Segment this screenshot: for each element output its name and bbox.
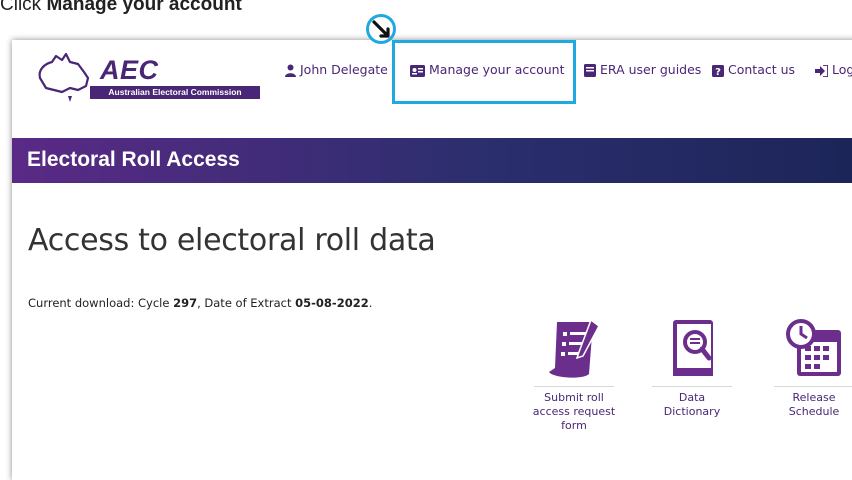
cycle-number: 297 (173, 296, 198, 310)
banner-title: Electoral Roll Access (27, 148, 240, 171)
highlight-box (392, 40, 576, 104)
page-title: Access to electoral roll data (28, 223, 436, 258)
form-icon (549, 318, 600, 378)
instruction-prefix: Click (0, 0, 47, 15)
question-icon: ? (712, 65, 724, 77)
nav-logout[interactable]: Log (815, 61, 852, 79)
download-prefix: Current download: Cycle (28, 296, 174, 310)
aec-logo[interactable]: AEC Australian Electoral Commission (34, 52, 260, 106)
tile-label: Release Schedule (788, 391, 840, 418)
australia-map-icon (38, 52, 90, 102)
download-middle: , Date of Extract (197, 296, 296, 310)
cursor-badge (366, 14, 396, 44)
nav-user-guides-label: ERA user guides (600, 62, 702, 77)
tile-label: Data Dictionary (663, 391, 721, 418)
calendar-icon (786, 319, 841, 376)
logo-subtitle: Australian Electoral Commission (90, 86, 260, 99)
extract-date: 05-08-2022 (295, 296, 369, 310)
nav-logout-label: Log (832, 62, 852, 77)
current-download-text: Current download: Cycle 297, Date of Ext… (28, 296, 372, 310)
tile-divider (534, 386, 614, 387)
tile-label: Submit roll access request form (532, 391, 616, 432)
nav-user-label: John Delegate (300, 62, 388, 77)
book-icon (584, 64, 596, 77)
nav-user-guides[interactable]: ERA user guides (584, 61, 701, 79)
instruction-target: Manage your account (46, 0, 242, 15)
user-icon (285, 64, 296, 77)
logout-icon (815, 65, 828, 77)
arrow-cursor-icon (372, 20, 390, 38)
nav-user[interactable]: John Delegate (285, 61, 388, 79)
svg-text:?: ? (715, 67, 721, 77)
logo-text: AEC (100, 55, 159, 85)
download-suffix: . (368, 296, 373, 310)
tile-divider (652, 386, 732, 387)
tile-divider (774, 386, 852, 387)
dictionary-icon (673, 320, 713, 376)
era-banner: Electoral Roll Access (12, 138, 852, 183)
nav-contact-us-label: Contact us (728, 62, 796, 77)
tile-release-schedule[interactable]: Release Schedule (770, 316, 852, 419)
tile-data-dictionary[interactable]: Data Dictionary (648, 316, 736, 419)
nav-contact-us[interactable]: ? Contact us (712, 61, 795, 79)
instruction-text: Click Manage your account (0, 0, 242, 20)
tile-submit-request[interactable]: Submit roll access request form (530, 316, 618, 433)
